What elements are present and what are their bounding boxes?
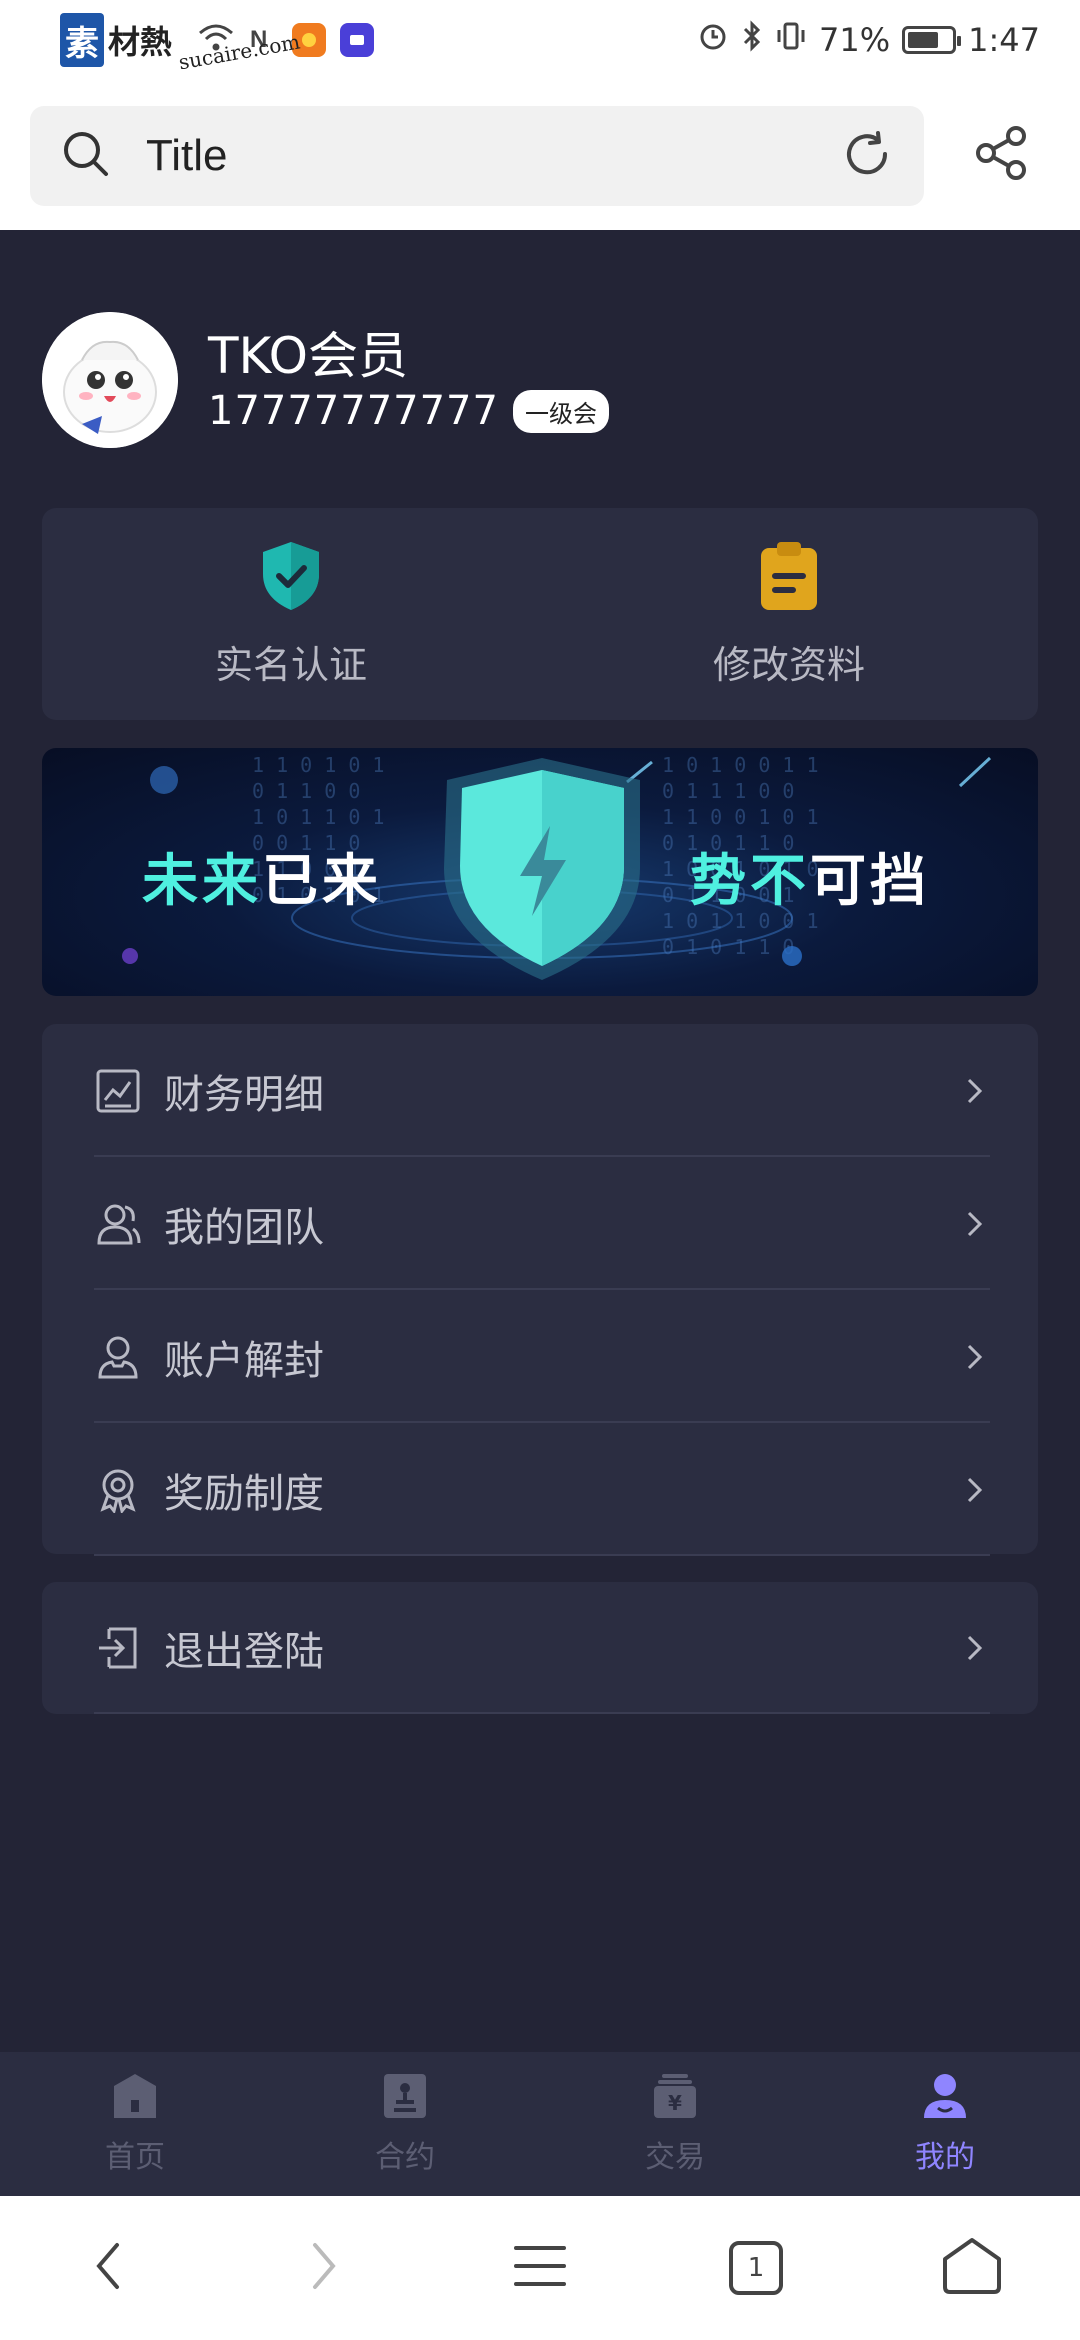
menu-item-account-unfreeze[interactable]: 账户解封	[42, 1290, 1038, 1423]
tab-label: 我的	[915, 2140, 975, 2175]
menu-item-financial-details[interactable]: 财务明细	[42, 1024, 1038, 1157]
menu-item-label: 财务明细	[164, 1071, 324, 1118]
chevron-right-icon	[960, 1342, 990, 1372]
shield-check-icon	[259, 540, 323, 616]
menu-item-reward-system[interactable]: 奖励制度	[42, 1423, 1038, 1556]
tab-trade[interactable]: ¥ 交易	[540, 2052, 810, 2196]
tabs-button[interactable]: 1	[648, 2196, 864, 2340]
back-button[interactable]	[0, 2196, 216, 2340]
page-title: Title	[146, 131, 228, 180]
menu-list: 财务明细 我的团队 账户解封 奖励制度	[42, 1024, 1038, 1556]
share-button[interactable]	[966, 120, 1036, 190]
profile-phone: 17777777777	[208, 388, 499, 434]
tab-label: 交易	[645, 2140, 705, 2175]
chevron-right-icon	[309, 2241, 339, 2295]
quick-actions-card: 实名认证 修改资料	[42, 508, 1038, 720]
svg-text:¥: ¥	[668, 2091, 682, 2115]
bluetooth-icon	[741, 20, 763, 60]
chevron-right-icon	[960, 1209, 990, 1239]
divider	[94, 1554, 990, 1556]
vibrate-icon	[775, 20, 807, 60]
banner-slogan-right: 势不可挡	[690, 836, 930, 917]
menu-item-my-team[interactable]: 我的团队	[42, 1157, 1038, 1290]
member-level-badge: 一级会	[512, 389, 609, 433]
banner-slogan-part: 已来	[262, 849, 382, 914]
banner-slogan-left: 未来已来	[142, 836, 382, 917]
tab-label: 首页	[105, 2140, 165, 2175]
battery-percent: 71%	[819, 21, 891, 59]
battery-level	[908, 32, 939, 48]
clock-time: 1:47	[968, 21, 1040, 59]
menu-item-label: 奖励制度	[164, 1470, 324, 1517]
chevron-right-icon	[960, 1076, 990, 1106]
banner-slogan-part: 可挡	[810, 849, 930, 914]
tab-label: 合约	[375, 2140, 435, 2175]
tab-home[interactable]: 首页	[0, 2052, 270, 2196]
battery-icon	[902, 26, 962, 54]
menu-item-label: 我的团队	[164, 1204, 324, 1251]
home-icon	[112, 2072, 158, 2124]
home-button[interactable]	[864, 2196, 1080, 2340]
divider	[94, 1712, 990, 1714]
action-label: 修改资料	[712, 642, 865, 687]
menu-button[interactable]	[432, 2196, 648, 2340]
watermark-text: 材熱	[108, 23, 173, 61]
banner-slogan-part: 势不	[690, 849, 810, 914]
chart-icon	[94, 1067, 142, 1115]
award-icon	[94, 1466, 142, 1514]
clipboard-icon	[757, 540, 821, 616]
watermark-mark: 素	[60, 13, 104, 67]
tabs-count: 1	[747, 2253, 765, 2283]
menu-item-label: 账户解封	[164, 1337, 324, 1384]
contract-icon	[382, 2072, 428, 2124]
chevron-right-icon	[960, 1475, 990, 1505]
profile-header: TKO会员 17777777777 一级会	[42, 310, 1042, 450]
refresh-icon[interactable]	[840, 127, 894, 185]
profile-name: TKO会员	[208, 327, 408, 385]
search-icon[interactable]	[60, 128, 112, 184]
profile-icon	[922, 2072, 968, 2124]
user-icon	[94, 1333, 142, 1381]
tab-contract[interactable]: 合约	[270, 2052, 540, 2196]
hamburger-menu-icon	[514, 2244, 566, 2292]
status-bar: 素 材熱 sucaire.com N 71% 1:47	[0, 0, 1080, 80]
tab-mine[interactable]: 我的	[810, 2052, 1080, 2196]
watermark-subtext: sucaire.com	[176, 29, 302, 75]
watermark-logo: 素 材熱 sucaire.com	[60, 10, 302, 74]
real-name-verification-button[interactable]: 实名认证	[42, 508, 540, 720]
team-icon	[94, 1200, 142, 1248]
banner-slogan-part: 未来	[142, 849, 262, 914]
trade-icon: ¥	[652, 2072, 698, 2124]
title-search-field[interactable]: Title	[30, 106, 924, 206]
tabs-counter-icon: 1	[728, 2240, 784, 2296]
logout-icon	[94, 1624, 142, 1672]
top-bar: Title	[0, 80, 1080, 230]
app-notification-icon	[340, 23, 375, 57]
action-label: 实名认证	[214, 642, 367, 687]
alarm-icon	[697, 20, 729, 60]
share-icon	[972, 124, 1030, 186]
logout-card: 退出登陆	[42, 1582, 1038, 1714]
menu-item-label: 退出登陆	[164, 1629, 324, 1675]
chevron-left-icon	[93, 2241, 123, 2295]
avatar[interactable]	[42, 312, 178, 448]
logout-button[interactable]: 退出登陆	[42, 1582, 1038, 1714]
edit-profile-button[interactable]: 修改资料	[540, 508, 1038, 720]
chevron-right-icon	[960, 1633, 990, 1663]
forward-button[interactable]	[216, 2196, 432, 2340]
home-outline-icon	[942, 2237, 1002, 2299]
promo-banner[interactable]: 1 1 0 1 0 10 1 1 0 01 0 1 1 0 10 0 1 1 0…	[42, 748, 1038, 996]
browser-nav-bar: 1	[0, 2196, 1080, 2340]
bottom-tab-bar: 首页 合约 ¥ 交易 我的	[0, 2052, 1080, 2196]
